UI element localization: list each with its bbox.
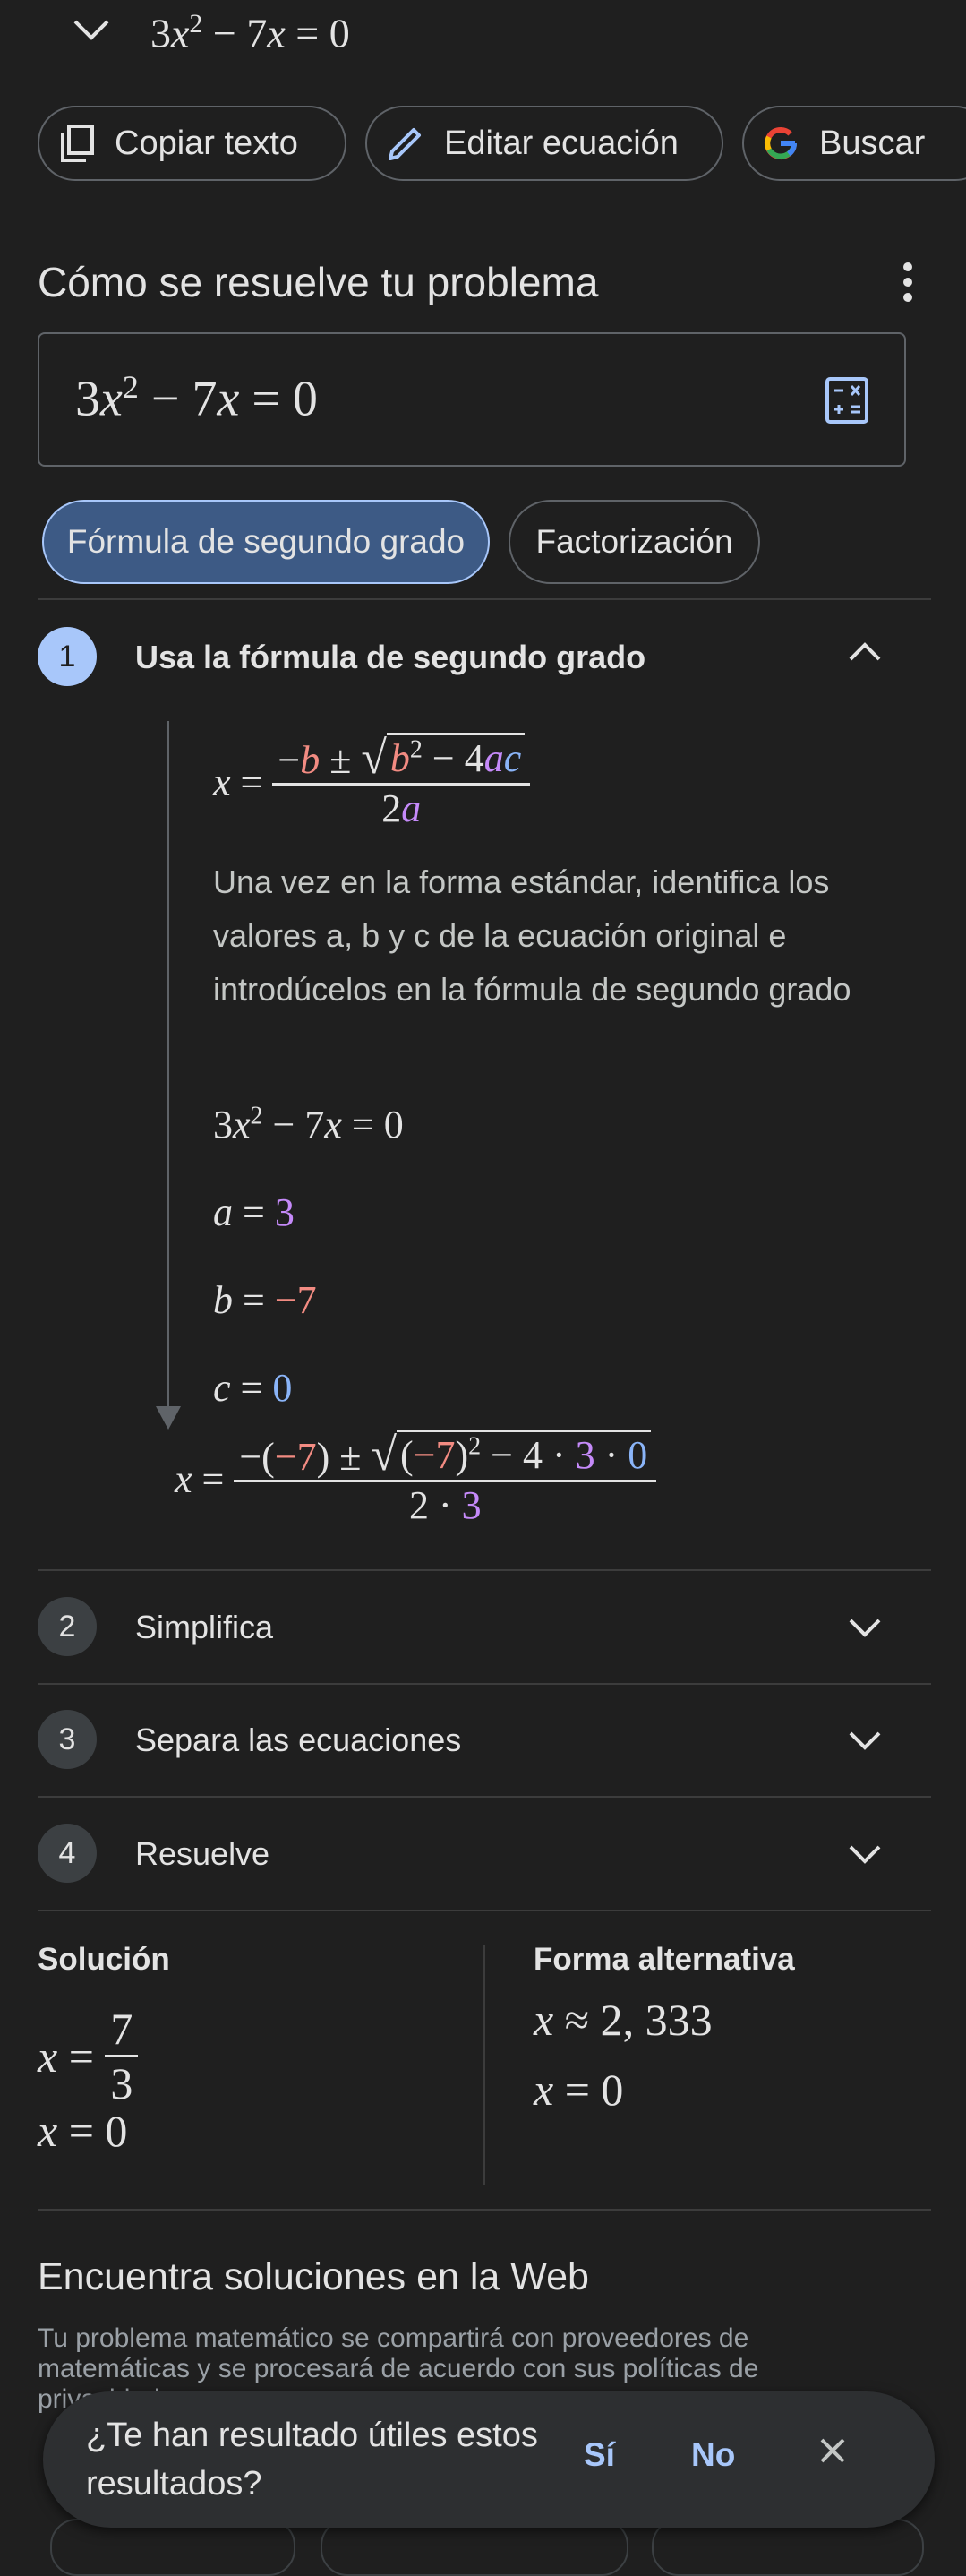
feedback-yes-button[interactable]: Sí	[584, 2436, 615, 2474]
divider	[38, 1910, 931, 1911]
pencil-icon	[389, 128, 421, 160]
tab-quadratic-formula[interactable]: Fórmula de segundo grado	[42, 500, 490, 584]
alternative-x1: x ≈ 2, 333	[534, 1995, 713, 2045]
solution-separator	[483, 1945, 485, 2185]
step-4-number: 4	[38, 1824, 97, 1883]
chevron-down-icon[interactable]	[847, 1615, 883, 1640]
step-4-label: Resuelve	[135, 1835, 270, 1872]
step-2-label: Simplifica	[135, 1609, 274, 1645]
solver-title: Cómo se resuelve tu problema	[38, 259, 599, 305]
google-search-label: Buscar	[819, 124, 926, 162]
calculator-icon[interactable]	[825, 377, 868, 424]
coefficient-c: c = 0	[213, 1366, 293, 1410]
divider	[38, 1683, 931, 1685]
chevron-down-icon[interactable]	[72, 16, 111, 45]
recognized-equation: 3x2 − 7x = 0	[150, 9, 350, 56]
step-1-label: Usa la fórmula de segundo grado	[135, 639, 646, 675]
chevron-up-icon[interactable]	[847, 640, 883, 665]
copy-icon	[61, 125, 94, 162]
step-3-label: Separa las ecuaciones	[135, 1722, 462, 1758]
feedback-no-button[interactable]: No	[691, 2436, 735, 2474]
feedback-bar: ¿Te han resultado útiles estos resultado…	[43, 2391, 935, 2528]
input-equation: 3x2 − 7x = 0	[75, 369, 318, 427]
solution-x2: x = 0	[38, 2106, 128, 2156]
solution-x1: x = 73	[38, 2003, 139, 2109]
step-2-number: 2	[38, 1597, 97, 1656]
top-bar: 3x2 − 7x = 0 Copiar texto Editar ecuació…	[0, 0, 966, 237]
web-section-title: Encuentra soluciones en la Web	[38, 2255, 589, 2298]
step-1-number: 1	[38, 627, 97, 686]
edit-equation-label: Editar ecuación	[444, 124, 679, 162]
divider	[38, 598, 931, 600]
step-flow-line	[167, 721, 169, 1411]
step-flow-arrow	[156, 1406, 181, 1430]
google-g-icon	[765, 127, 797, 159]
coefficient-b: b = −7	[213, 1278, 317, 1322]
edit-equation-button[interactable]: Editar ecuación	[365, 106, 723, 181]
equation-input-box[interactable]: 3x2 − 7x = 0	[38, 332, 906, 467]
close-icon[interactable]	[818, 2436, 847, 2465]
chevron-down-icon[interactable]	[847, 1728, 883, 1753]
original-equation: 3x2 − 7x = 0	[213, 1102, 404, 1146]
more-options-icon[interactable]	[895, 260, 920, 305]
step-1-description: Una vez en la forma estándar, identifica…	[213, 863, 851, 1008]
alternative-heading: Forma alternativa	[534, 1942, 795, 1977]
alternative-x2: x = 0	[534, 2065, 624, 2115]
chevron-down-icon[interactable]	[847, 1842, 883, 1867]
feedback-question: ¿Te han resultado útiles estos resultado…	[86, 2417, 538, 2503]
copy-text-label: Copiar texto	[115, 124, 298, 162]
divider	[38, 2209, 931, 2211]
google-search-button[interactable]: Buscar	[742, 106, 966, 181]
divider	[38, 1796, 931, 1798]
coefficient-a: a = 3	[213, 1190, 295, 1234]
solver-card	[0, 237, 966, 2554]
step-3-number: 3	[38, 1710, 97, 1769]
copy-text-button[interactable]: Copiar texto	[38, 106, 346, 181]
tab-factorization[interactable]: Factorización	[509, 500, 760, 584]
substituted-formula: x = −(−7) ± √ (−7)2 − 4 · 3 · 0 2 · 3	[175, 1430, 657, 1528]
quadratic-formula: x = −b ± √ b2 − 4ac 2a	[213, 733, 531, 831]
solution-heading: Solución	[38, 1942, 170, 1977]
divider	[38, 1569, 931, 1571]
